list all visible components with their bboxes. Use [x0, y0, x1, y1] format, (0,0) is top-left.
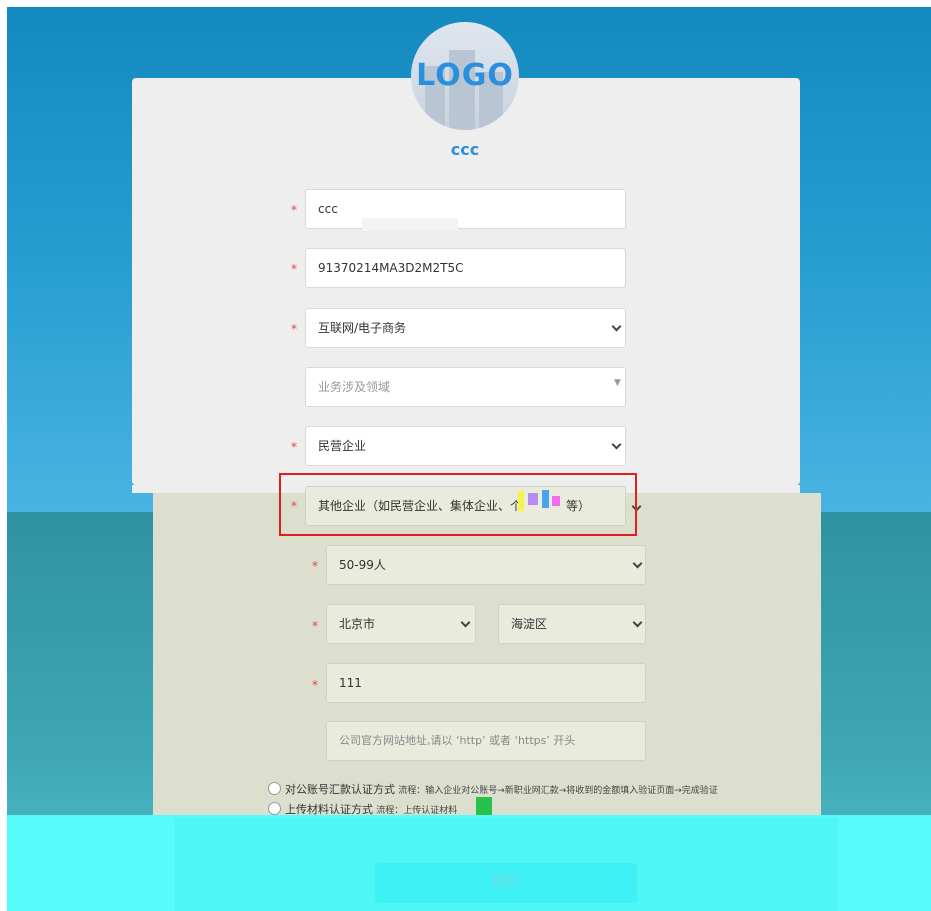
required-star: *: [291, 440, 297, 454]
industry-value: 互联网/电子商务: [318, 321, 407, 335]
enterprise-type-select[interactable]: 民营企业: [305, 426, 626, 466]
verify-option2-radio[interactable]: [268, 802, 281, 815]
province-select[interactable]: 北京市: [326, 604, 476, 644]
business-area-select[interactable]: 业务涉及领域: [305, 367, 626, 407]
province-value: 北京市: [339, 617, 376, 631]
address-input[interactable]: 111: [326, 663, 646, 703]
glitch-pixels: [476, 797, 492, 815]
credit-code-input[interactable]: 91370214MA3D2M2T5C: [305, 248, 626, 288]
required-star: *: [291, 203, 297, 217]
enterprise-type-value: 民营企业: [318, 439, 367, 453]
website-input[interactable]: 公司官方网站地址,请以 ‘http’ 或者 ‘https’ 开头: [326, 721, 646, 761]
registration-screen: LOGO ccc * ccc * 91370214MA3D2M2T5C * 互联…: [0, 0, 931, 911]
caret-down-icon: ▼: [614, 378, 621, 388]
required-star: *: [312, 678, 318, 692]
address-value: 111: [339, 676, 362, 690]
verify-option1-title: 对公账号汇款认证方式: [285, 783, 395, 796]
staff-size-select[interactable]: 50-99人: [326, 545, 646, 585]
verify-option1-desc: 流程：输入企业对公账号→新职业网汇款→将收到的金额填入验证页面→完成验证: [398, 786, 718, 796]
required-star: *: [291, 262, 297, 276]
business-area-placeholder: 业务涉及领域: [318, 380, 391, 394]
required-star: *: [312, 619, 318, 633]
industry-select[interactable]: 互联网/电子商务: [305, 308, 626, 348]
company-name-value: ccc: [318, 202, 338, 216]
credit-code-value: 91370214MA3D2M2T5C: [318, 261, 464, 275]
company-logo: LOGO: [411, 22, 519, 130]
verify-option1-radio[interactable]: [268, 782, 281, 795]
district-select[interactable]: 海淀区: [498, 604, 646, 644]
required-star: *: [312, 559, 318, 573]
district-value: 海淀区: [511, 617, 548, 631]
redacted-mask: [362, 218, 458, 231]
verify-option1-label[interactable]: 对公账号汇款认证方式 流程：输入企业对公账号→新职业网汇款→将收到的金额填入验证…: [285, 781, 718, 797]
form-card-lower: [153, 493, 821, 818]
company-name-input[interactable]: ccc: [305, 189, 626, 229]
highlight-box: [279, 473, 637, 536]
submit-button[interactable]: 提交: [375, 863, 637, 903]
website-placeholder: 公司官方网站地址,请以 ‘http’ 或者 ‘https’ 开头: [339, 734, 576, 747]
staff-size-value: 50-99人: [339, 558, 386, 572]
logo-text: LOGO: [416, 58, 514, 93]
company-title: ccc: [450, 140, 480, 159]
required-star: *: [291, 322, 297, 336]
